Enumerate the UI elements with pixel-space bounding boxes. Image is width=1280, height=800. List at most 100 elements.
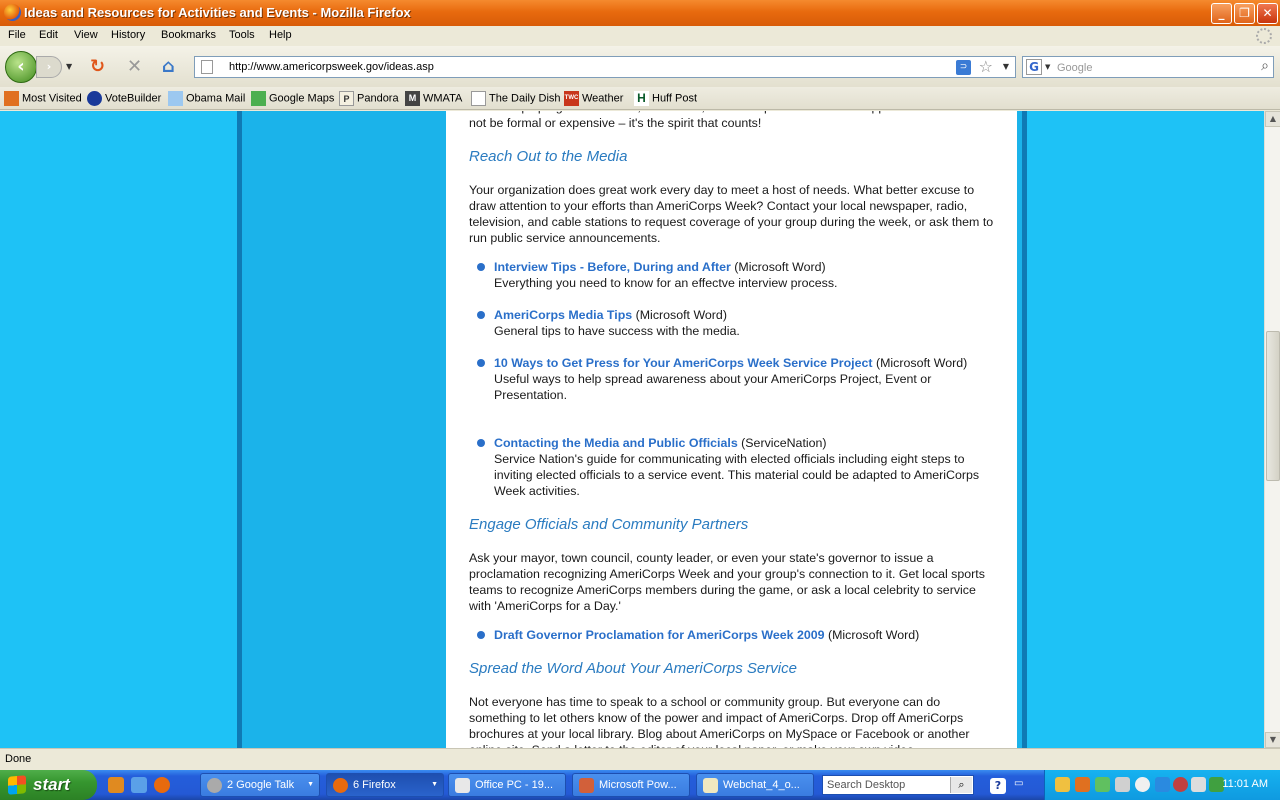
search-magnifier-icon[interactable]: ⌕	[1261, 58, 1269, 74]
status-text: Done	[5, 753, 32, 765]
back-button[interactable]: ‹	[5, 51, 37, 83]
resource-link-governor-proclamation[interactable]: Draft Governor Proclamation for AmeriCor…	[494, 628, 825, 642]
bookmark-daily-dish[interactable]: The Daily Dish	[471, 91, 561, 107]
bookmark-pandora[interactable]: P Pandora	[339, 91, 399, 107]
wmata-icon: M	[405, 91, 420, 106]
bookmark-votebuilder[interactable]: VoteBuilder	[87, 91, 161, 107]
bookmark-google-maps[interactable]: Google Maps	[251, 91, 334, 107]
start-button[interactable]: start	[0, 770, 97, 800]
pandora-icon: P	[339, 91, 354, 106]
bullet-icon	[477, 439, 485, 447]
url-text[interactable]: http://www.americorpsweek.gov/ideas.asp	[229, 61, 434, 73]
menu-bookmarks[interactable]: Bookmarks	[161, 29, 216, 41]
tray-app-icon[interactable]	[1055, 777, 1070, 792]
resource-type: (Microsoft Word)	[824, 628, 920, 642]
resource-link-interview-tips[interactable]: Interview Tips - Before, During and Afte…	[494, 260, 731, 274]
bullet-icon	[477, 359, 485, 367]
task-webchat[interactable]: Webchat_4_o...	[696, 773, 814, 797]
resource-type: (Microsoft Word)	[730, 260, 826, 274]
system-tray: 11:01 AM	[1044, 770, 1280, 800]
reload-icon[interactable]: ↻	[90, 58, 105, 76]
section-heading-spread-word: Spread the Word About Your AmeriCorps Se…	[469, 660, 797, 677]
tray-app-icon[interactable]	[1173, 777, 1188, 792]
resource-link-10-ways[interactable]: 10 Ways to Get Press for Your AmeriCorps…	[494, 356, 873, 370]
google-engine-icon[interactable]: G	[1026, 59, 1042, 75]
quicklaunch-app-icon[interactable]	[108, 777, 124, 793]
office-pc-icon	[455, 778, 470, 793]
close-button[interactable]: ✕	[1257, 3, 1278, 24]
home-icon[interactable]: ⌂	[162, 58, 175, 76]
section-intro-media: Your organization does great work every …	[469, 183, 994, 245]
tray-app-icon[interactable]	[1115, 777, 1130, 792]
scroll-down-arrow-icon[interactable]: ▼	[1265, 732, 1280, 748]
menu-history[interactable]: History	[111, 29, 145, 41]
desktop-search-go-icon[interactable]: ⌕	[950, 777, 972, 793]
desktop-search[interactable]: Search Desktop ⌕	[822, 775, 974, 795]
task-google-talk[interactable]: 2 Google Talk ▼	[200, 773, 320, 797]
bookmark-weather[interactable]: TWC Weather	[564, 91, 623, 107]
forward-button[interactable]: ›	[36, 56, 62, 78]
tray-app-icon[interactable]	[1095, 777, 1110, 792]
rss-feed-icon[interactable]: ⊃	[956, 60, 971, 75]
webchat-icon	[703, 778, 718, 793]
desktop-search-input[interactable]: Search Desktop	[827, 779, 905, 791]
scrollbar-thumb[interactable]	[1266, 331, 1280, 481]
quicklaunch-outlook-icon[interactable]	[131, 777, 147, 793]
menu-help[interactable]: Help	[269, 29, 292, 41]
stop-icon[interactable]: ✕	[127, 58, 142, 76]
bookmark-star-icon[interactable]: ☆	[979, 57, 993, 76]
bookmark-wmata[interactable]: M WMATA	[405, 91, 462, 107]
resource-type: (Microsoft Word)	[872, 356, 968, 370]
scroll-up-arrow-icon[interactable]: ▲	[1265, 111, 1280, 127]
task-powerpoint[interactable]: Microsoft Pow...	[572, 773, 690, 797]
intro-paragraph: AmeriCorps program's funders, volunteers…	[469, 111, 999, 130]
resource-item: Draft Governor Proclamation for AmeriCor…	[494, 627, 994, 643]
bookmark-most-visited[interactable]: Most Visited	[4, 91, 82, 107]
resource-link-contacting-media[interactable]: Contacting the Media and Public Official…	[494, 436, 738, 450]
clock: 11:01 AM	[1222, 778, 1268, 790]
taskbar: start 2 Google Talk ▼ 6 Firefox ▼ Office…	[0, 770, 1280, 800]
main-content: AmeriCorps program's funders, volunteers…	[446, 111, 1017, 748]
menu-file[interactable]: File	[8, 29, 26, 41]
resource-item: AmeriCorps Media Tips (Microsoft Word) G…	[494, 307, 994, 339]
minimize-button[interactable]: _	[1211, 3, 1232, 24]
navigation-toolbar: ‹ › ▼ ↻ ✕ ⌂ http://www.americorpsweek.go…	[0, 46, 1280, 87]
maximize-button[interactable]: ❐	[1234, 3, 1255, 24]
tray-chat-icon[interactable]	[1135, 777, 1150, 792]
url-dropdown-icon[interactable]: ▼	[1003, 62, 1009, 71]
tray-app-icon[interactable]	[1075, 777, 1090, 792]
vertical-scrollbar[interactable]: ▲ ▼	[1264, 111, 1280, 748]
menu-edit[interactable]: Edit	[39, 29, 58, 41]
activity-throbber-icon	[1256, 28, 1272, 44]
task-office-pc[interactable]: Office PC - 19...	[448, 773, 566, 797]
quicklaunch-firefox-icon[interactable]	[154, 777, 170, 793]
help-icon[interactable]: ?	[990, 778, 1006, 794]
menu-view[interactable]: View	[74, 29, 98, 41]
address-bar[interactable]: http://www.americorpsweek.gov/ideas.asp …	[194, 56, 1016, 78]
resource-item: 10 Ways to Get Press for Your AmeriCorps…	[494, 355, 994, 403]
bullet-icon	[477, 631, 485, 639]
menu-tools[interactable]: Tools	[229, 29, 255, 41]
section-heading-media: Reach Out to the Media	[469, 148, 628, 165]
history-dropdown-icon[interactable]: ▼	[66, 62, 72, 71]
huff-post-icon: H	[634, 91, 649, 106]
daily-dish-icon	[471, 91, 486, 106]
search-bar[interactable]: G ▼ Google ⌕	[1022, 56, 1274, 78]
group-dropdown-icon: ▼	[307, 781, 314, 788]
most-visited-icon	[4, 91, 19, 106]
resource-description: General tips to have success with the me…	[494, 324, 740, 338]
task-firefox[interactable]: 6 Firefox ▼	[326, 773, 444, 797]
bullet-icon	[477, 263, 485, 271]
tray-shield-icon[interactable]	[1155, 777, 1170, 792]
engine-dropdown-icon[interactable]: ▼	[1045, 63, 1050, 71]
bookmark-huff-post[interactable]: H Huff Post	[634, 91, 697, 107]
powerpoint-icon	[579, 778, 594, 793]
resource-link-media-tips[interactable]: AmeriCorps Media Tips	[494, 308, 632, 322]
window-title: Ideas and Resources for Activities and E…	[24, 5, 411, 20]
tray-volume-icon[interactable]	[1191, 777, 1206, 792]
options-icon[interactable]: ▭	[1014, 778, 1030, 794]
google-talk-icon	[207, 778, 222, 793]
section-heading-officials: Engage Officials and Community Partners	[469, 516, 749, 533]
search-input[interactable]: Google	[1057, 62, 1092, 74]
bookmark-obama-mail[interactable]: Obama Mail	[168, 91, 245, 107]
